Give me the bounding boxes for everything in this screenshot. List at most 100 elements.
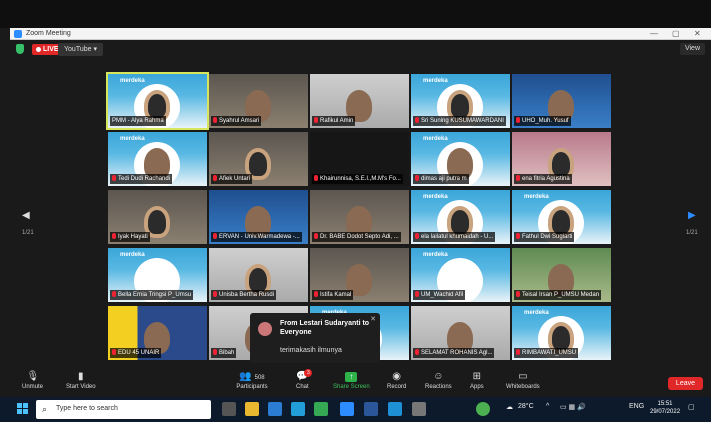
search-placeholder: Type here to search bbox=[56, 405, 118, 412]
window-titlebar: Zoom Meeting — ▢ ✕ bbox=[10, 28, 711, 40]
record-label: Record bbox=[387, 384, 407, 390]
participant-name-text: Fathul Dwi Sugiarti bbox=[522, 234, 573, 240]
prev-page-arrow-icon[interactable]: ◀ bbox=[22, 210, 30, 221]
start-video-button[interactable]: ▮ Start Video bbox=[66, 371, 96, 391]
language-indicator[interactable]: ENG bbox=[629, 403, 644, 410]
participant-tile[interactable]: Istifa Kamal bbox=[310, 248, 409, 302]
reactions-button[interactable]: ☺ Reactions bbox=[425, 371, 452, 391]
view-button[interactable]: View bbox=[679, 43, 705, 55]
taskbar-search[interactable]: ⌕ Type here to search bbox=[36, 400, 211, 419]
participant-name-text: ena fitria Agustina bbox=[522, 176, 570, 182]
apps-button[interactable]: ⊞ Apps bbox=[470, 372, 484, 391]
participant-name: Afiek Untari bbox=[211, 174, 253, 184]
participant-tile[interactable]: RIMBAWATI_UMSU bbox=[512, 306, 611, 360]
participant-tile[interactable]: EDU 45 UNAIR bbox=[108, 306, 207, 360]
mic-muted-icon bbox=[213, 349, 217, 355]
participant-tile[interactable]: SELAMAT ROHANIS Agl... bbox=[411, 306, 510, 360]
close-button[interactable]: ✕ bbox=[694, 29, 701, 38]
top-dark-area bbox=[0, 0, 711, 28]
maximize-button[interactable]: ▢ bbox=[672, 29, 680, 38]
chat-button[interactable]: 💬 3 Chat bbox=[296, 369, 313, 390]
meeting-area: LIVE YouTube ▾ View ◀ 1/21 ▶ 1/21 PMM - … bbox=[10, 40, 711, 397]
participant-name: dimas aji putra m bbox=[413, 174, 469, 184]
windows-taskbar: ⌕ Type here to search ☁ 28°C ^ ▭ ▦ 🔊 ENG… bbox=[0, 397, 711, 422]
unmute-label: Unmute bbox=[22, 384, 44, 390]
share-screen-button[interactable]: ↑ Share Screen bbox=[333, 372, 370, 390]
participant-tile[interactable]: dimas aji putra m bbox=[411, 132, 510, 186]
mic-muted-icon bbox=[314, 233, 318, 239]
next-page-arrow-icon[interactable]: ▶ bbox=[688, 210, 696, 221]
edge-icon[interactable] bbox=[388, 402, 402, 416]
participant-tile[interactable]: Tedi Dudi Rachandi bbox=[108, 132, 207, 186]
clock[interactable]: 15:51 29/07/2022 bbox=[650, 400, 680, 416]
record-button[interactable]: ◉ Record bbox=[387, 371, 407, 391]
participant-tile[interactable]: ERVAN - Univ.Warmadewa -... bbox=[209, 190, 308, 244]
participants-icon: 👥 508 bbox=[239, 371, 265, 382]
record-icon: ◉ bbox=[392, 371, 402, 382]
participant-name-text: Unisba Bertha Rusdi bbox=[219, 292, 275, 298]
telegram-icon[interactable] bbox=[291, 402, 305, 416]
participant-tile[interactable]: ena fitria Agustina bbox=[512, 132, 611, 186]
participant-tile[interactable]: ela lailatul khumaidah - U... bbox=[411, 190, 510, 244]
participants-count: 508 bbox=[254, 375, 265, 381]
mic-muted-icon bbox=[112, 175, 116, 181]
reactions-icon: ☺ bbox=[433, 371, 444, 382]
participants-button[interactable]: 👥 508 Participants bbox=[232, 371, 272, 391]
file-explorer-icon[interactable] bbox=[268, 402, 282, 416]
participant-tile[interactable]: UM_Wachid Afil bbox=[411, 248, 510, 302]
tray-chevron-icon[interactable]: ^ bbox=[546, 403, 549, 410]
mic-muted-icon bbox=[112, 291, 116, 297]
share-screen-label: Share Screen bbox=[333, 384, 370, 390]
participant-tile[interactable]: Khairunnisa, S.E.I.,M.M's Fo... bbox=[310, 132, 409, 186]
participant-tile[interactable]: Iyak Hayati bbox=[108, 190, 207, 244]
task-view-icon[interactable] bbox=[222, 402, 236, 416]
participant-tile[interactable]: Sri Suning KUSUMAWARDANI bbox=[411, 74, 510, 128]
minimize-button[interactable]: — bbox=[650, 29, 658, 38]
security-shield-icon[interactable] bbox=[16, 44, 24, 54]
mic-muted-icon bbox=[516, 349, 520, 355]
whiteboards-button[interactable]: ▭ Whiteboards bbox=[506, 372, 540, 391]
chat-message: terimakasih ilmunya bbox=[280, 347, 342, 354]
share-screen-icon: ↑ bbox=[345, 372, 358, 382]
participant-tile[interactable]: Rafikul Amin bbox=[310, 74, 409, 128]
participant-tile[interactable]: Syahrul Amsari bbox=[209, 74, 308, 128]
chat-notification[interactable]: ✕ From Lestari Sudaryanti to Everyone te… bbox=[250, 313, 380, 363]
chrome-icon[interactable] bbox=[245, 402, 259, 416]
participant-tile[interactable]: Fathul Dwi Sugiarti bbox=[512, 190, 611, 244]
notification-icon[interactable]: ▢ bbox=[688, 403, 695, 411]
video-off-icon: ▮ bbox=[78, 371, 84, 382]
weather-icon[interactable]: ☁ bbox=[506, 403, 513, 411]
participant-name: RIMBAWATI_UMSU bbox=[514, 348, 579, 358]
leave-button[interactable]: Leave bbox=[667, 377, 703, 390]
zoom-taskbar-icon[interactable] bbox=[340, 402, 354, 416]
participant-name: Unisba Bertha Rusdi bbox=[211, 290, 277, 300]
reactions-label: Reactions bbox=[425, 384, 452, 390]
participant-tile[interactable]: Unisba Bertha Rusdi bbox=[209, 248, 308, 302]
weather-temp[interactable]: 28°C bbox=[518, 403, 534, 410]
app-icon[interactable] bbox=[314, 402, 328, 416]
participant-name-text: Afiek Untari bbox=[219, 176, 251, 182]
windows-start-icon[interactable] bbox=[17, 403, 29, 415]
tray-app-icon[interactable] bbox=[476, 402, 490, 416]
mic-muted-icon bbox=[516, 233, 520, 239]
participant-tile[interactable]: Bella Ernia Tringsi P_Umsu bbox=[108, 248, 207, 302]
participant-name: Sri Suning KUSUMAWARDANI bbox=[413, 116, 506, 126]
participant-tile[interactable]: Teisal Irsan P_UMSU Medan bbox=[512, 248, 611, 302]
participant-tile[interactable]: Afiek Untari bbox=[209, 132, 308, 186]
calculator-icon[interactable] bbox=[412, 402, 426, 416]
mic-muted-icon bbox=[415, 233, 419, 239]
word-icon[interactable] bbox=[364, 402, 378, 416]
page-indicator-left: 1/21 bbox=[22, 230, 34, 236]
clock-date: 29/07/2022 bbox=[650, 409, 681, 415]
chat-sender: From Lestari Sudaryanti to Everyone bbox=[280, 320, 370, 336]
participant-name: Syahrul Amsari bbox=[211, 116, 262, 126]
meeting-toolbar: 🎙 Unmute ▮ Start Video 👥 508 Participant… bbox=[10, 369, 711, 397]
tray-icons[interactable]: ▭ ▦ 🔊 bbox=[560, 403, 586, 411]
participant-tile[interactable]: UHO_Muh. Yusuf bbox=[512, 74, 611, 128]
participant-tile[interactable]: Dr. BABE Dodot Septo Adi, ... bbox=[310, 190, 409, 244]
unmute-button[interactable]: 🎙 Unmute bbox=[22, 372, 44, 391]
participant-tile[interactable]: PMM - Alya Rahma bbox=[106, 72, 209, 130]
participant-name-text: Sri Suning KUSUMAWARDANI bbox=[421, 118, 504, 124]
youtube-stream-dropdown[interactable]: YouTube ▾ bbox=[58, 43, 103, 56]
participant-name: PMM - Alya Rahma bbox=[110, 116, 166, 126]
